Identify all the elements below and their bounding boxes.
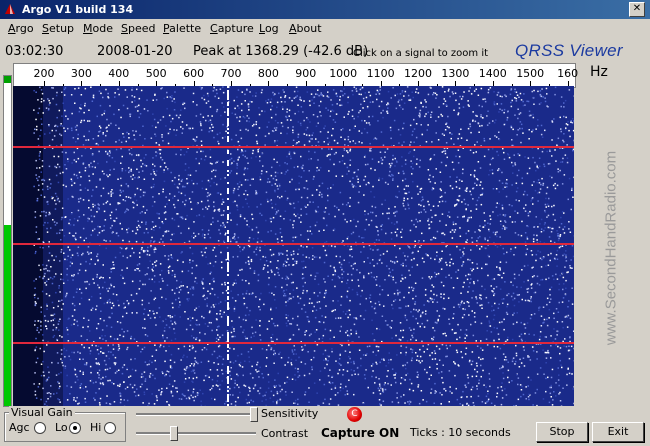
lo-label: Lo [55,421,68,434]
scale-label: 600 [183,67,205,80]
signal-trace [227,86,229,406]
visual-gain-title: Visual Gain [9,406,75,419]
menu-speed[interactable]: Speed [121,22,155,35]
date-display: 2008-01-20 [97,44,173,59]
menu-setup[interactable]: Setup [42,22,74,35]
peak-readout: Peak at 1368.29 (-42.6 dB) [193,44,369,59]
qrss-viewer-brand: QRSS Viewer [515,41,623,60]
scale-label: 800 [257,67,279,80]
close-button[interactable]: ✕ [629,2,645,17]
menu-mode[interactable]: Mode [83,22,113,35]
sensitivity-slider-thumb[interactable] [250,407,258,422]
scale-label: 500 [145,67,167,80]
menu-palette[interactable]: Palette [163,22,201,35]
meter-fill [4,224,11,406]
window-title: Argo V1 build 134 [22,3,134,16]
waterfall-noise [33,86,574,406]
waterfall-canvas[interactable] [13,86,574,406]
scale-label: 1000 [329,67,358,80]
contrast-slider-thumb[interactable] [170,426,179,441]
time-marker-line [13,342,574,344]
menu-argo[interactable]: Argo [8,22,34,35]
hi-label: Hi [90,421,102,434]
argo-app-icon [5,4,15,14]
scale-label: 900 [295,67,317,80]
meter-top-indicator [4,76,11,83]
scale-label: 300 [70,67,92,80]
menu-about[interactable]: About [289,22,322,35]
menu-capture[interactable]: Capture [210,22,254,35]
scale-label: 400 [108,67,130,80]
menu-log[interactable]: Log [259,22,279,35]
level-meter [3,75,12,407]
capture-led-icon[interactable]: C [347,407,362,422]
scale-label: 1100 [366,67,395,80]
time-marker-line [13,243,574,245]
lo-radio[interactable] [69,422,81,434]
ticks-interval: Ticks : 10 seconds [410,426,511,439]
sensitivity-track[interactable] [136,413,256,416]
scale-label: 1400 [478,67,507,80]
scale-label: 1500 [516,67,545,80]
hi-radio[interactable] [104,422,116,434]
waterfall-display[interactable] [13,86,574,406]
sensitivity-label: Sensitivity [261,407,319,420]
scale-label: 700 [220,67,242,80]
title-bar: Argo V1 build 134 ✕ [0,0,650,19]
scale-label: 1300 [441,67,470,80]
contrast-label: Contrast [261,427,309,440]
capture-status: Capture ON [321,426,400,440]
agc-label: Agc [9,421,30,434]
agc-radio[interactable] [34,422,46,434]
scale-label: 200 [33,67,55,80]
scale-label: 1200 [404,67,432,80]
scale-unit: Hz [590,64,608,80]
frequency-scale[interactable]: 200 300 400 500 600 700 800 900 1000 1100 1200 1300… [13,63,579,88]
zoom-hint: Click on a signal to zoom it [353,48,489,59]
clock-time: 03:02:30 [5,44,64,59]
stop-button[interactable]: Stop [536,422,588,442]
scale-label: 160 [557,67,579,80]
contrast-track[interactable] [136,432,256,435]
time-marker-line [13,146,574,148]
watermark: www.SecondHandRadio.com [602,150,620,346]
exit-button[interactable]: Exit [592,422,644,442]
